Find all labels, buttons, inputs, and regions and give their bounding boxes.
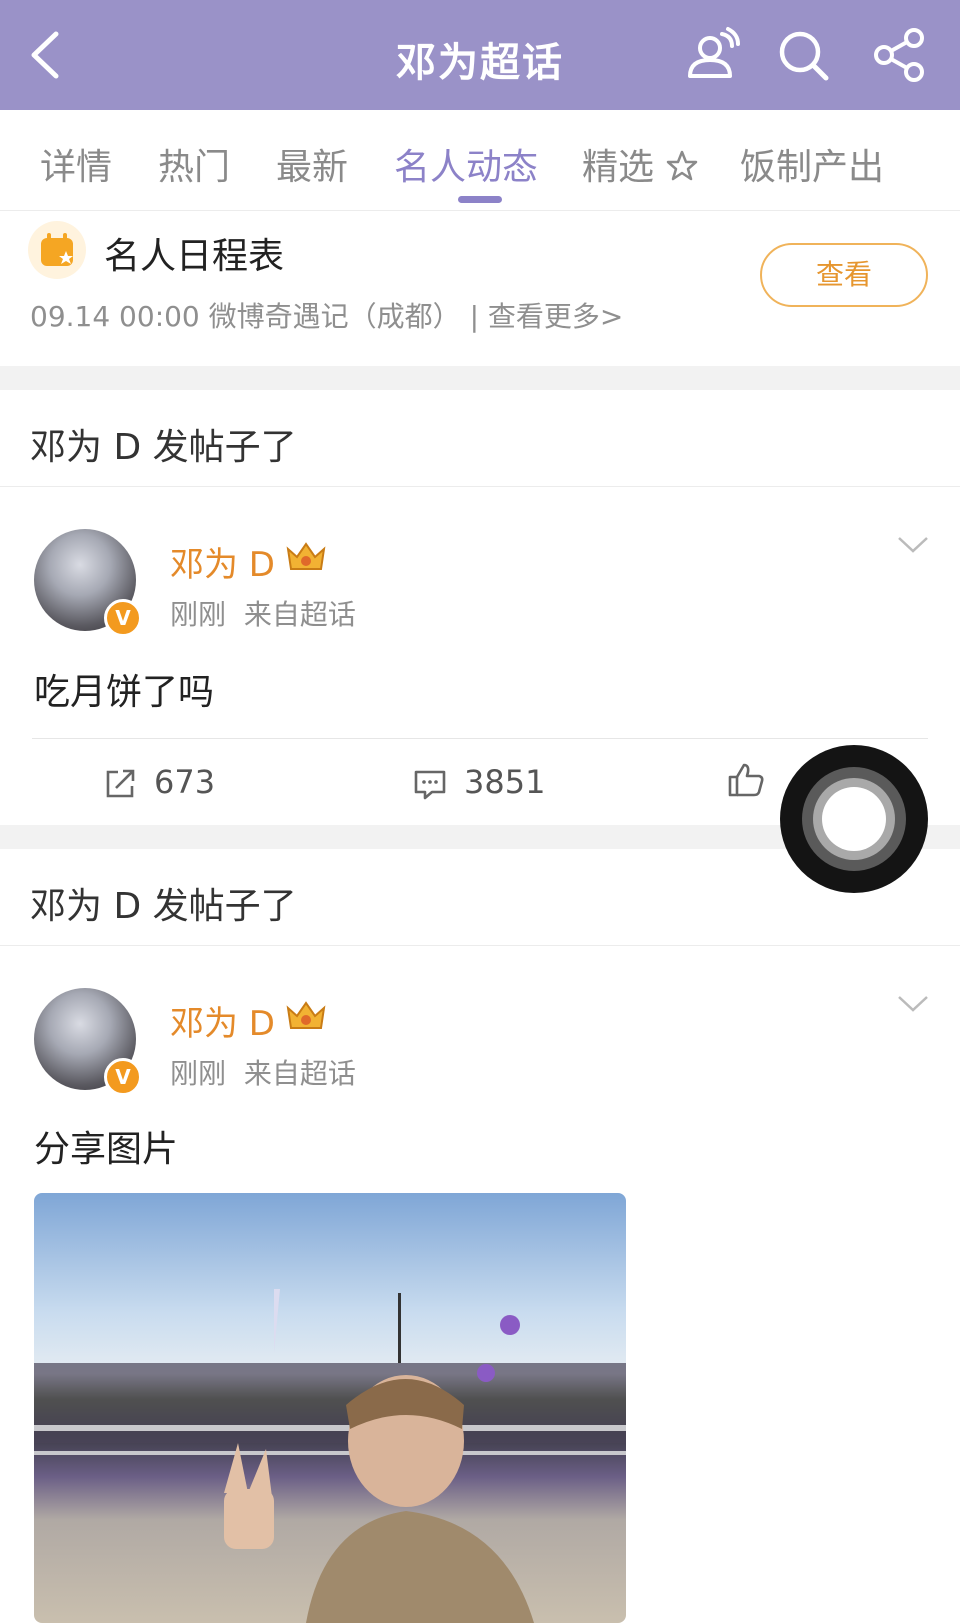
schedule-event: 微博奇遇记（成都） — [208, 300, 461, 333]
tab-details[interactable]: 详情 — [40, 138, 112, 190]
celebrity-schedule-card: 名人日程表 09.14 00:00 微博奇遇记（成都） | 查看更多> 查看 — [0, 211, 960, 366]
author-name[interactable]: 邓为 D — [170, 996, 275, 1045]
tab-bar: 详情 热门 最新 名人动态 精选 饭制产出 — [0, 110, 960, 211]
schedule-time: 09.14 00:00 — [30, 300, 200, 333]
repost-button[interactable]: 673 — [102, 763, 215, 802]
tab-hot[interactable]: 热门 — [158, 138, 230, 190]
post-section-header: 邓为 D 发帖子了 — [0, 390, 960, 487]
post-time: 刚刚 — [170, 1057, 227, 1090]
post-divider — [32, 738, 928, 739]
post-text: 吃月饼了吗 — [34, 672, 215, 713]
schedule-title: 名人日程表 — [104, 236, 285, 277]
tab-featured-label: 精选 — [582, 147, 655, 188]
view-schedule-button[interactable]: 查看 — [760, 243, 928, 307]
comment-button[interactable]: 3851 — [412, 763, 545, 802]
section-title: 邓为 D 发帖子了 — [30, 886, 297, 927]
floating-assistive-button[interactable] — [780, 745, 928, 893]
tab-celebrity-news[interactable]: 名人动态 — [394, 138, 538, 190]
comment-count: 3851 — [464, 763, 546, 801]
post-source: 来自超话 — [243, 598, 356, 631]
tab-fan-creations[interactable]: 饭制产出 — [740, 138, 884, 190]
section-divider — [0, 366, 960, 390]
like-button[interactable] — [726, 759, 782, 800]
post-meta: 刚刚 来自超话 — [170, 1052, 356, 1092]
repost-count: 673 — [154, 763, 216, 801]
active-tab-indicator — [458, 196, 502, 203]
post-meta: 刚刚 来自超话 — [170, 593, 356, 633]
view-more-link[interactable]: 查看更多> — [488, 300, 623, 333]
repost-icon — [106, 769, 135, 798]
post-source: 来自超话 — [243, 1057, 356, 1090]
schedule-separator: | — [469, 300, 480, 333]
chevron-down-icon[interactable] — [896, 994, 930, 1014]
author-name[interactable]: 邓为 D — [170, 537, 275, 586]
tab-featured[interactable]: 精选 — [582, 138, 699, 190]
user-group-icon[interactable] — [684, 26, 742, 84]
thumbs-up-icon — [728, 763, 764, 797]
post-image[interactable] — [34, 1193, 626, 1623]
post-time: 刚刚 — [170, 598, 227, 631]
share-icon[interactable] — [870, 26, 928, 84]
chevron-down-icon[interactable] — [896, 535, 930, 555]
crown-icon — [286, 1001, 326, 1029]
section-title: 邓为 D 发帖子了 — [30, 427, 297, 468]
search-icon[interactable] — [774, 26, 832, 84]
verified-badge: V — [104, 599, 142, 637]
crown-icon — [286, 542, 326, 570]
assistive-button-center — [822, 787, 886, 851]
post-text: 分享图片 — [34, 1129, 179, 1170]
tab-latest[interactable]: 最新 — [276, 138, 348, 190]
verified-badge: V — [104, 1058, 142, 1096]
calendar-icon — [28, 221, 86, 279]
schedule-meta: 09.14 00:00 微博奇遇记（成都） | 查看更多> — [30, 295, 623, 335]
star-icon — [667, 150, 698, 181]
comment-icon — [414, 770, 446, 800]
top-bar: 邓为超话 — [0, 0, 960, 110]
